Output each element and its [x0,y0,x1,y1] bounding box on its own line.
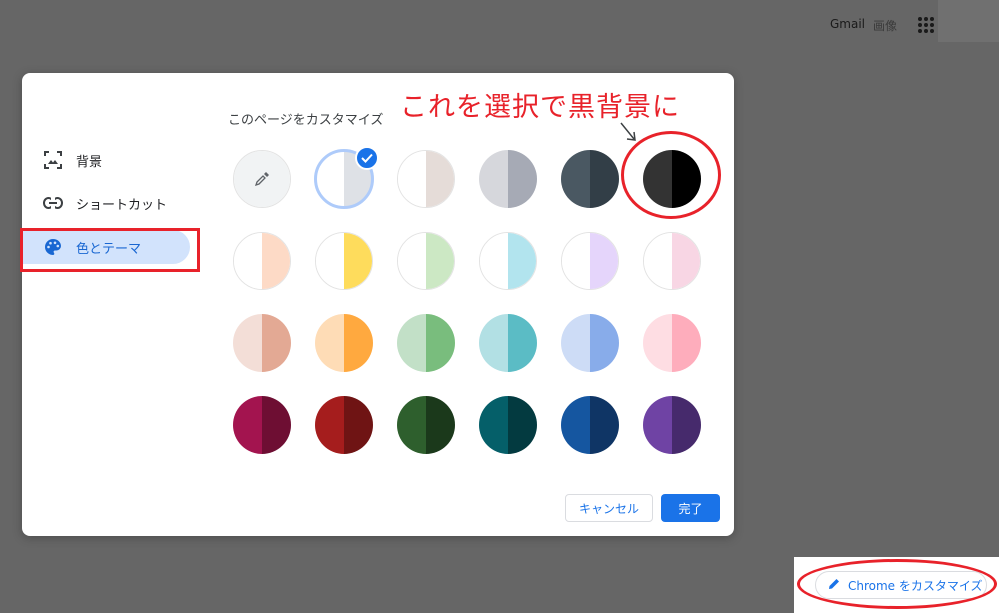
theme-swatch-2-2[interactable] [397,314,455,372]
customize-dialog: 背景 ショートカット 色とテーマ このページをカスタマイズ これを選択で黒背景に… [20,73,734,536]
gmail-link[interactable]: Gmail [830,17,865,31]
background-image-icon [42,149,64,171]
annotation-circle-bottom [797,559,997,609]
theme-swatch-2-4[interactable] [561,314,619,372]
annotation-circle [621,131,721,219]
theme-swatch-1-3[interactable] [479,232,537,290]
theme-swatch-3-5[interactable] [643,396,701,454]
apps-grid-icon[interactable] [918,17,934,33]
account-area[interactable] [938,0,999,42]
theme-swatch-3-0[interactable] [233,396,291,454]
cancel-button[interactable]: キャンセル [565,494,653,522]
annotation-text: これを選択で黒背景に [400,92,680,123]
checkmark-icon [355,146,379,170]
theme-swatch-3-4[interactable] [561,396,619,454]
nav-item-background[interactable]: 背景 [22,143,190,177]
theme-swatch-3-1[interactable] [315,396,373,454]
nav-label-shortcuts: ショートカット [76,197,168,213]
theme-swatch-1-0[interactable] [233,232,291,290]
annotation-arrow-icon [620,122,636,141]
theme-swatch-0-2[interactable] [397,150,455,208]
images-link[interactable]: 画像 [873,17,897,34]
annotation-highlight-box [20,228,200,272]
theme-swatch-2-5[interactable] [643,314,701,372]
done-button[interactable]: 完了 [661,494,720,522]
nav-item-shortcuts[interactable]: ショートカット [22,186,190,220]
top-bar: Gmail 画像 [0,0,999,42]
theme-swatch-3-2[interactable] [397,396,455,454]
theme-swatch-2-0[interactable] [233,314,291,372]
link-icon [42,192,64,214]
theme-swatch-1-5[interactable] [643,232,701,290]
theme-swatch-1-4[interactable] [561,232,619,290]
nav-label-background: 背景 [76,154,103,170]
theme-swatch-2-1[interactable] [315,314,373,372]
theme-swatch-2-3[interactable] [479,314,537,372]
theme-swatch-1-2[interactable] [397,232,455,290]
theme-swatch-3-3[interactable] [479,396,537,454]
theme-swatch-0-4[interactable] [561,150,619,208]
eyedropper-icon [253,170,271,192]
theme-swatch-1-1[interactable] [315,232,373,290]
theme-swatch-0-3[interactable] [479,150,537,208]
dialog-title: このページをカスタマイズ [228,113,384,128]
custom-color-picker[interactable] [233,150,291,208]
